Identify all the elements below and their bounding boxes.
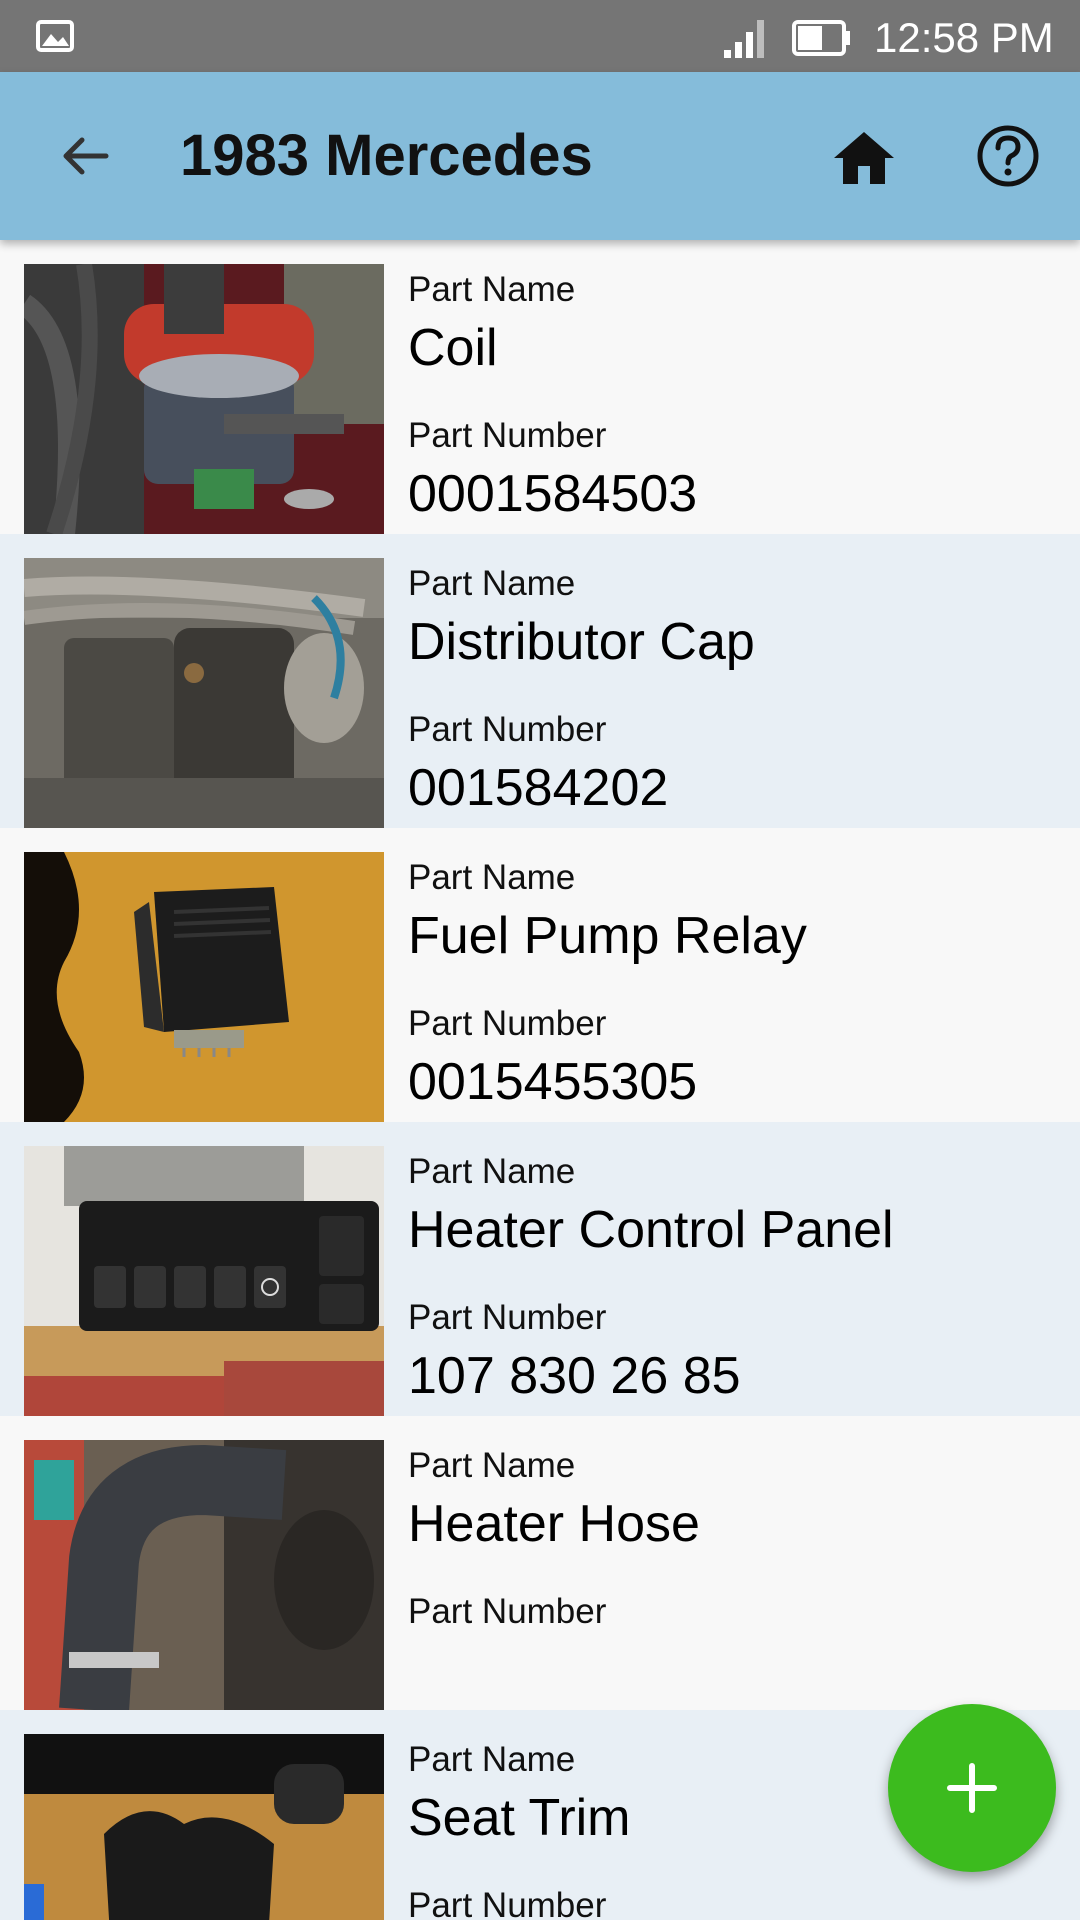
battery-icon <box>792 20 850 56</box>
part-number-label: Part Number <box>408 710 607 749</box>
app-bar: 1983 Mercedes <box>0 72 1080 240</box>
parts-list: Part Name Coil Part Number 0001584503 Pa… <box>0 240 1080 1920</box>
status-time: 12:58 PM <box>874 14 1054 61</box>
gallery-icon <box>36 20 74 52</box>
page-title: 1983 Mercedes <box>180 123 593 188</box>
help-button[interactable] <box>966 114 1050 198</box>
part-thumbnail <box>24 852 384 1122</box>
part-number-label: Part Number <box>408 1592 607 1631</box>
list-item-coil[interactable]: Part Name Coil Part Number 0001584503 <box>0 240 1080 534</box>
part-name: Seat Trim <box>408 1789 631 1847</box>
part-number: 001584202 <box>408 759 669 817</box>
list-item-heater-control-panel[interactable]: Part Name Heater Control Panel Part Numb… <box>0 1122 1080 1416</box>
part-name: Heater Control Panel <box>408 1201 894 1259</box>
part-thumbnail <box>24 1146 384 1416</box>
part-number-label: Part Number <box>408 1298 607 1337</box>
part-name: Distributor Cap <box>408 613 755 671</box>
home-button[interactable] <box>822 116 906 200</box>
help-circle-icon <box>977 125 1039 187</box>
list-item-fuel-pump-relay[interactable]: Part Name Fuel Pump Relay Part Number 00… <box>0 828 1080 1122</box>
arrow-back-icon <box>63 137 109 175</box>
signal-icon <box>724 20 764 58</box>
part-name-label: Part Name <box>408 564 576 603</box>
part-name-label: Part Name <box>408 1740 576 1779</box>
part-thumbnail <box>24 1734 384 1920</box>
add-part-button[interactable] <box>888 1704 1056 1872</box>
part-number: 107 830 26 85 <box>408 1347 741 1405</box>
home-icon <box>834 132 894 184</box>
part-name-label: Part Name <box>408 858 576 897</box>
part-name-label: Part Name <box>408 1152 576 1191</box>
plus-icon <box>947 1763 997 1813</box>
back-button[interactable] <box>44 116 124 196</box>
part-number-label: Part Number <box>408 416 607 455</box>
part-name: Fuel Pump Relay <box>408 907 807 965</box>
part-name-label: Part Name <box>408 270 576 309</box>
part-thumbnail <box>24 558 384 828</box>
part-number: 0015455305 <box>408 1053 698 1111</box>
part-thumbnail <box>24 264 384 534</box>
part-number-label: Part Number <box>408 1004 607 1043</box>
part-name: Heater Hose <box>408 1495 700 1553</box>
part-name: Coil <box>408 319 498 377</box>
list-item-heater-hose[interactable]: Part Name Heater Hose Part Number <box>0 1416 1080 1710</box>
part-number: 0001584503 <box>408 465 698 523</box>
part-thumbnail <box>24 1440 384 1710</box>
part-name-label: Part Name <box>408 1446 576 1485</box>
list-item-distributor-cap[interactable]: Part Name Distributor Cap Part Number 00… <box>0 534 1080 828</box>
status-bar: 12:58 PM <box>0 0 1080 72</box>
part-number-label: Part Number <box>408 1886 607 1920</box>
